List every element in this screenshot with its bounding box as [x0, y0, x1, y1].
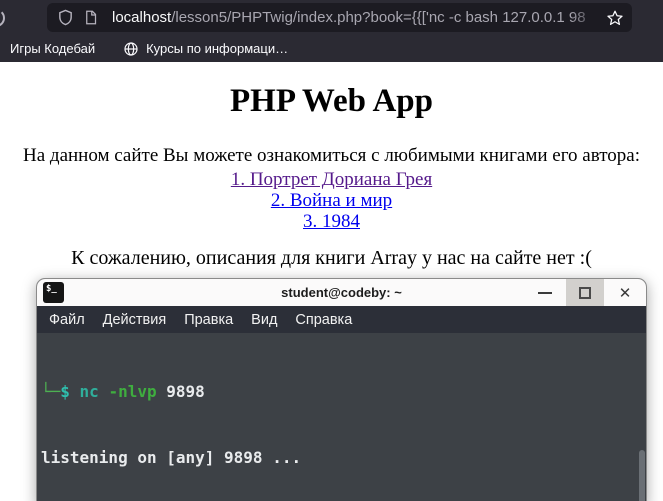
terminal-window[interactable]: $_ student@codeby: ~ ✕ Файл Действия Пра…: [36, 278, 647, 501]
bookmark-label: Игры Кодебай: [10, 41, 96, 56]
book-links: 1. Портрет Дориана Грея 2. Война и мир 3…: [0, 169, 663, 232]
menu-actions[interactable]: Действия: [94, 312, 176, 328]
url-text[interactable]: localhost/lesson5/PHPTwig/index.php?book…: [112, 9, 600, 26]
book-link-1[interactable]: 1. Портрет Дориана Грея: [231, 169, 432, 190]
minimize-icon: [538, 291, 552, 294]
bookmark-star-icon[interactable]: [606, 9, 624, 27]
url-path: /lesson5/PHPTwig/index.php?book={{['nc -…: [171, 9, 586, 26]
maximize-icon: [579, 286, 591, 299]
no-description-message: К сожалению, описания для книги Array у …: [71, 247, 592, 269]
close-icon: ✕: [618, 284, 632, 302]
close-button[interactable]: ✕: [604, 279, 646, 306]
bookmark-codeby-games[interactable]: Игры Кодебай: [4, 38, 101, 59]
book-link-2[interactable]: 2. Война и мир: [271, 190, 392, 211]
menu-file[interactable]: Файл: [40, 312, 94, 328]
shield-icon[interactable]: [57, 8, 74, 27]
terminal-line: listening on [any] 9898 ...: [41, 448, 302, 468]
menu-help[interactable]: Справка: [286, 312, 361, 328]
intro-text: На данном сайте Вы можете ознакомиться с…: [23, 145, 640, 166]
minimize-button[interactable]: [524, 279, 566, 306]
terminal-titlebar[interactable]: $_ student@codeby: ~ ✕: [37, 279, 646, 306]
terminal-scrollbar[interactable]: [639, 450, 645, 501]
reload-icon[interactable]: [0, 9, 5, 27]
terminal-menubar: Файл Действия Правка Вид Справка: [37, 306, 646, 333]
url-host: localhost: [112, 9, 172, 26]
bookmarks-bar: Игры Кодебай Курсы по информаци…: [0, 35, 663, 62]
terminal-app-icon: $_: [43, 282, 64, 303]
menu-edit[interactable]: Правка: [175, 312, 242, 328]
command-text: nc: [79, 381, 99, 401]
bookmark-label: Курсы по информаци…: [146, 41, 289, 56]
terminal-output[interactable]: └─$ nc -nlvp 9898 listening on [any] 989…: [37, 333, 646, 501]
window-controls: ✕: [524, 279, 646, 306]
page-icon[interactable]: [83, 9, 98, 26]
browser-toolbar: localhost/lesson5/PHPTwig/index.php?book…: [0, 0, 663, 35]
page-title: PHP Web App: [230, 83, 433, 119]
terminal-command-line: └─$ nc -nlvp 9898: [41, 381, 205, 401]
globe-icon: [124, 41, 138, 56]
book-link-3[interactable]: 3. 1984: [303, 211, 360, 232]
address-bar[interactable]: localhost/lesson5/PHPTwig/index.php?book…: [47, 3, 632, 32]
bookmark-courses[interactable]: Курсы по информаци…: [117, 38, 294, 60]
prompt-symbol: └─: [41, 381, 61, 401]
menu-view[interactable]: Вид: [242, 312, 286, 328]
maximize-button[interactable]: [566, 279, 604, 306]
